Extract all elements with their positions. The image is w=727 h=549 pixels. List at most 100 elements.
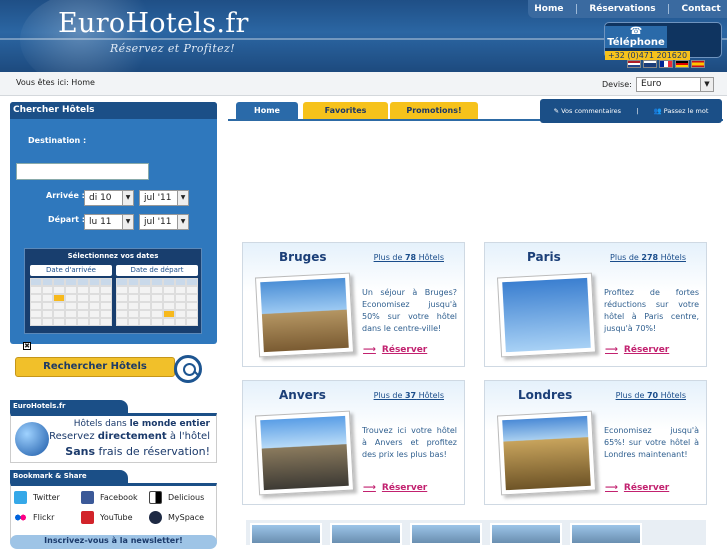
calendar-day-cell[interactable] — [139, 286, 152, 294]
newsletter-button[interactable]: Inscrivez-vous à la newsletter! — [10, 535, 217, 549]
calendar-day-cell[interactable] — [116, 294, 128, 302]
calendar-day-cell[interactable] — [88, 310, 101, 318]
departure-calendar-grid[interactable] — [116, 278, 198, 326]
calendar-day-cell[interactable] — [186, 286, 198, 294]
search-hotels-button[interactable]: Rechercher Hôtels — [15, 357, 175, 377]
calendar-day-cell[interactable] — [127, 294, 140, 302]
calendar-day-cell[interactable] — [127, 310, 140, 318]
calendar-day-cell[interactable] — [151, 294, 163, 302]
calendar-day-cell[interactable] — [65, 302, 77, 310]
flag-es-icon[interactable] — [691, 60, 705, 68]
calendar-day-cell[interactable] — [41, 302, 54, 310]
calendar-day-cell[interactable] — [41, 294, 54, 302]
calendar-day-cell[interactable] — [100, 310, 112, 318]
tab-favorites[interactable]: Favorites — [303, 102, 388, 119]
calendar-day-cell[interactable] — [76, 310, 89, 318]
flag-de-icon[interactable] — [675, 60, 689, 68]
myspace-link[interactable]: MySpace — [149, 511, 204, 524]
calendar-day-cell[interactable] — [151, 286, 163, 294]
strip-photo[interactable] — [330, 523, 402, 545]
flag-fr-icon[interactable] — [659, 60, 673, 68]
nav-reservations[interactable]: Réservations — [589, 4, 655, 14]
calendar-day-cell[interactable] — [88, 286, 101, 294]
arrival-calendar-grid[interactable] — [30, 278, 112, 326]
calendar-day-cell[interactable] — [100, 318, 112, 326]
flag-en-icon[interactable] — [643, 60, 657, 68]
calendar-day-cell[interactable] — [139, 318, 152, 326]
twitter-link[interactable]: Twitter — [14, 491, 60, 504]
calendar-day-cell[interactable] — [127, 302, 140, 310]
city-more-link[interactable]: Plus de 278 Hôtels — [610, 253, 686, 262]
calendar-day-cell[interactable] — [162, 286, 175, 294]
calendar-day-cell[interactable] — [53, 302, 66, 310]
calendar-day-cell[interactable] — [88, 318, 101, 326]
nav-contact[interactable]: Contact — [682, 4, 721, 14]
calendar-day-cell[interactable] — [65, 318, 77, 326]
city-more-link[interactable]: Plus de 37 Hôtels — [374, 391, 444, 400]
calendar-day-cell[interactable] — [76, 318, 89, 326]
facebook-link[interactable]: Facebook — [81, 491, 138, 504]
calendar-day-cell[interactable] — [116, 318, 128, 326]
city-name[interactable]: Bruges — [279, 250, 326, 264]
reserve-link[interactable]: ⟶ Réserver — [605, 483, 669, 493]
calendar-day-cell[interactable] — [41, 286, 54, 294]
reserve-link[interactable]: ⟶ Réserver — [363, 483, 427, 493]
calendar-day-cell[interactable] — [127, 318, 140, 326]
arrivee-month-select[interactable]: jul '11 ▼ — [139, 190, 189, 206]
depart-month-select[interactable]: jul '11 ▼ — [139, 214, 189, 230]
calendar-day-cell[interactable] — [53, 318, 66, 326]
calendar-day-cell[interactable] — [151, 318, 163, 326]
pass-word-link[interactable]: 👥 Passez le mot — [654, 107, 709, 115]
calendar-day-cell[interactable] — [88, 294, 101, 302]
calendar-day-cell[interactable] — [30, 310, 42, 318]
calendar-day-cell[interactable] — [88, 302, 101, 310]
delicious-link[interactable]: Delicious — [149, 491, 204, 504]
city-name[interactable]: Londres — [518, 388, 572, 402]
calendar-day-cell[interactable] — [139, 294, 152, 302]
calendar-day-cell[interactable] — [41, 318, 54, 326]
calendar-day-cell[interactable] — [174, 286, 187, 294]
calendar-day-cell[interactable] — [186, 318, 198, 326]
destination-input[interactable] — [16, 163, 149, 180]
tab-promotions[interactable]: Promotions! — [390, 102, 478, 119]
calendar-day-cell[interactable] — [174, 310, 187, 318]
calendar-day-cell[interactable] — [186, 294, 198, 302]
calendar-day-cell[interactable] — [100, 286, 112, 294]
calendar-day-cell[interactable] — [30, 302, 42, 310]
calendar-day-cell[interactable] — [186, 310, 198, 318]
calendar-day-cell[interactable] — [151, 302, 163, 310]
calendar-day-cell[interactable] — [100, 302, 112, 310]
calendar-day-cell[interactable] — [30, 294, 42, 302]
calendar-day-cell[interactable] — [116, 286, 128, 294]
site-logo[interactable]: EuroHotels.fr — [58, 8, 249, 39]
arrivee-day-select[interactable]: di 10 ▼ — [84, 190, 134, 206]
calendar-day-cell[interactable] — [30, 318, 42, 326]
flickr-link[interactable]: Flickr — [14, 511, 54, 524]
calendar-day-cell[interactable] — [30, 286, 42, 294]
calendar-day-cell[interactable] — [174, 302, 187, 310]
calendar-day-cell[interactable] — [174, 294, 187, 302]
calendar-day-cell[interactable] — [174, 318, 187, 326]
devise-select[interactable]: Euro ▼ — [636, 77, 714, 92]
strip-photo[interactable] — [250, 523, 322, 545]
city-photo[interactable] — [254, 410, 355, 496]
city-name[interactable]: Anvers — [279, 388, 326, 402]
calendar-day-cell[interactable] — [76, 286, 89, 294]
calendar-day-cell[interactable] — [139, 310, 152, 318]
calendar-day-cell[interactable] — [65, 294, 77, 302]
calendar-day-cell[interactable] — [162, 294, 175, 302]
city-name[interactable]: Paris — [527, 250, 561, 264]
city-photo[interactable] — [496, 272, 597, 358]
city-photo[interactable] — [254, 272, 355, 358]
calendar-day-cell[interactable] — [53, 294, 66, 302]
depart-day-select[interactable]: lu 11 ▼ — [84, 214, 134, 230]
calendar-day-cell[interactable] — [151, 310, 163, 318]
nav-home[interactable]: Home — [534, 4, 563, 14]
calendar-day-cell[interactable] — [41, 310, 54, 318]
strip-photo[interactable] — [490, 523, 562, 545]
calendar-day-cell[interactable] — [162, 318, 175, 326]
close-icon[interactable]: ✖ — [23, 342, 31, 350]
calendar-day-cell[interactable] — [53, 310, 66, 318]
calendar-day-cell[interactable] — [139, 302, 152, 310]
promo-banner[interactable]: Hôtels dans le monde entier Reservez dir… — [10, 413, 217, 463]
